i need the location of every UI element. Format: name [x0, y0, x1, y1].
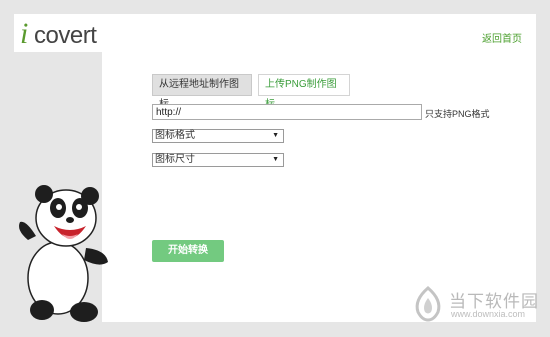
chevron-down-icon: ▼ [272, 132, 279, 139]
chevron-down-icon: ▼ [272, 156, 279, 163]
logo-letter: i [20, 17, 29, 50]
tab-upload-png[interactable]: 上传PNG制作图标 [258, 74, 350, 110]
icon-size-select[interactable]: 图标尺寸 ▼ [152, 153, 284, 167]
png-only-hint: 只支持PNG格式 [425, 109, 490, 119]
icon-size-value: 图标尺寸 [155, 154, 195, 165]
downxia-logo-icon [415, 286, 441, 322]
panda-mascot [19, 185, 108, 322]
logo-text: covert [34, 22, 97, 49]
main-panel: 返回首页 [102, 14, 536, 322]
watermark-url: www.downxia.com [451, 309, 526, 319]
tab-remote-url[interactable]: 从远程地址制作图标 [152, 74, 252, 110]
start-convert-button[interactable]: 开始转换 [152, 240, 224, 262]
logo[interactable]: i covert [14, 14, 103, 52]
back-home-link[interactable]: 返回首页 [482, 30, 522, 45]
icon-format-select[interactable]: 图标格式 ▼ [152, 129, 284, 143]
icon-format-value: 图标格式 [155, 130, 195, 141]
url-input[interactable] [152, 104, 422, 120]
